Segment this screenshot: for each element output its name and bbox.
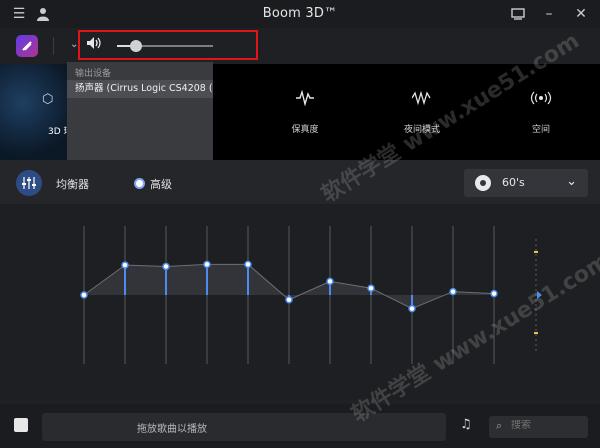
equalizer-label: 均衡器 (56, 178, 89, 191)
waveform-icon (270, 89, 340, 112)
music-library-icon[interactable] (14, 418, 28, 432)
mode-fidelity[interactable]: 保真度 (270, 89, 340, 135)
vinyl-disc-icon (475, 175, 491, 191)
boom-logo-icon[interactable] (16, 35, 38, 57)
search-icon: ⌕ (496, 419, 503, 432)
eq-band-knob[interactable] (203, 260, 211, 269)
playlist-icon[interactable]: ♫ (460, 417, 472, 432)
night-wave-icon (387, 90, 457, 112)
preset-label: 60's (502, 176, 525, 189)
output-device-heading: 输出设备 (75, 69, 112, 79)
eq-band-knob[interactable] (367, 284, 375, 292)
song-drop-zone[interactable]: 拖放歌曲以播放 (42, 413, 446, 441)
mode-night[interactable]: 夜间模式 (387, 90, 457, 135)
advanced-radio[interactable] (134, 178, 145, 189)
equalizer-panel (0, 204, 600, 400)
equalizer-graph[interactable] (0, 204, 600, 400)
equalizer-toggle-icon[interactable] (16, 170, 42, 196)
eq-band-knob[interactable] (244, 260, 252, 269)
app-window: ☰ Boom 3D™ – ✕ ⌄ ⬡ 3D 环 保真度 夜间模式 空间 输出设备… (0, 0, 600, 448)
eq-band-knob[interactable] (490, 289, 498, 298)
eq-band-knob[interactable] (449, 287, 457, 296)
equalizer-header: 均衡器 高级 60's ⌄ (0, 160, 600, 204)
chevron-down-icon: ⌄ (566, 174, 577, 189)
minimize-icon[interactable]: – (540, 5, 558, 23)
spatial-icon (506, 90, 576, 112)
bottom-bar: 拖放歌曲以播放 ♫ ⌕ (0, 404, 600, 448)
eq-band-knob[interactable] (285, 296, 293, 304)
eq-band-knob[interactable] (326, 277, 334, 286)
close-icon[interactable]: ✕ (572, 5, 590, 23)
preset-select[interactable]: 60's ⌄ (464, 169, 588, 197)
title-bar: ☰ Boom 3D™ – ✕ (0, 0, 600, 28)
advanced-radio-label: 高级 (150, 178, 172, 191)
eq-band-knob[interactable] (408, 304, 416, 313)
mode-3d-tile[interactable]: ⬡ 3D 环 (0, 64, 74, 160)
notification-icon[interactable] (509, 5, 527, 23)
3d-cube-icon: ⬡ (42, 92, 54, 107)
preamp-marker[interactable] (537, 291, 542, 299)
output-device-option[interactable]: 扬声器 (Cirrus Logic CS4208 (... (67, 80, 213, 98)
mode-spatial-label: 空间 (531, 125, 550, 135)
toolbar-divider (53, 37, 54, 55)
output-device-dropdown: 输出设备 扬声器 (Cirrus Logic CS4208 (... (67, 62, 213, 160)
eq-band-knob[interactable] (80, 291, 88, 299)
mode-spatial[interactable]: 空间 (506, 90, 576, 135)
search-box[interactable]: ⌕ (489, 416, 588, 438)
eq-band-knob[interactable] (121, 261, 129, 269)
search-input[interactable] (511, 420, 581, 431)
drop-hint: 拖放歌曲以播放 (137, 424, 207, 435)
mode-fidelity-label: 保真度 (291, 125, 319, 135)
volume-highlight-box (78, 30, 258, 60)
eq-band-knob[interactable] (162, 262, 170, 271)
mode-night-label: 夜间模式 (403, 125, 440, 135)
